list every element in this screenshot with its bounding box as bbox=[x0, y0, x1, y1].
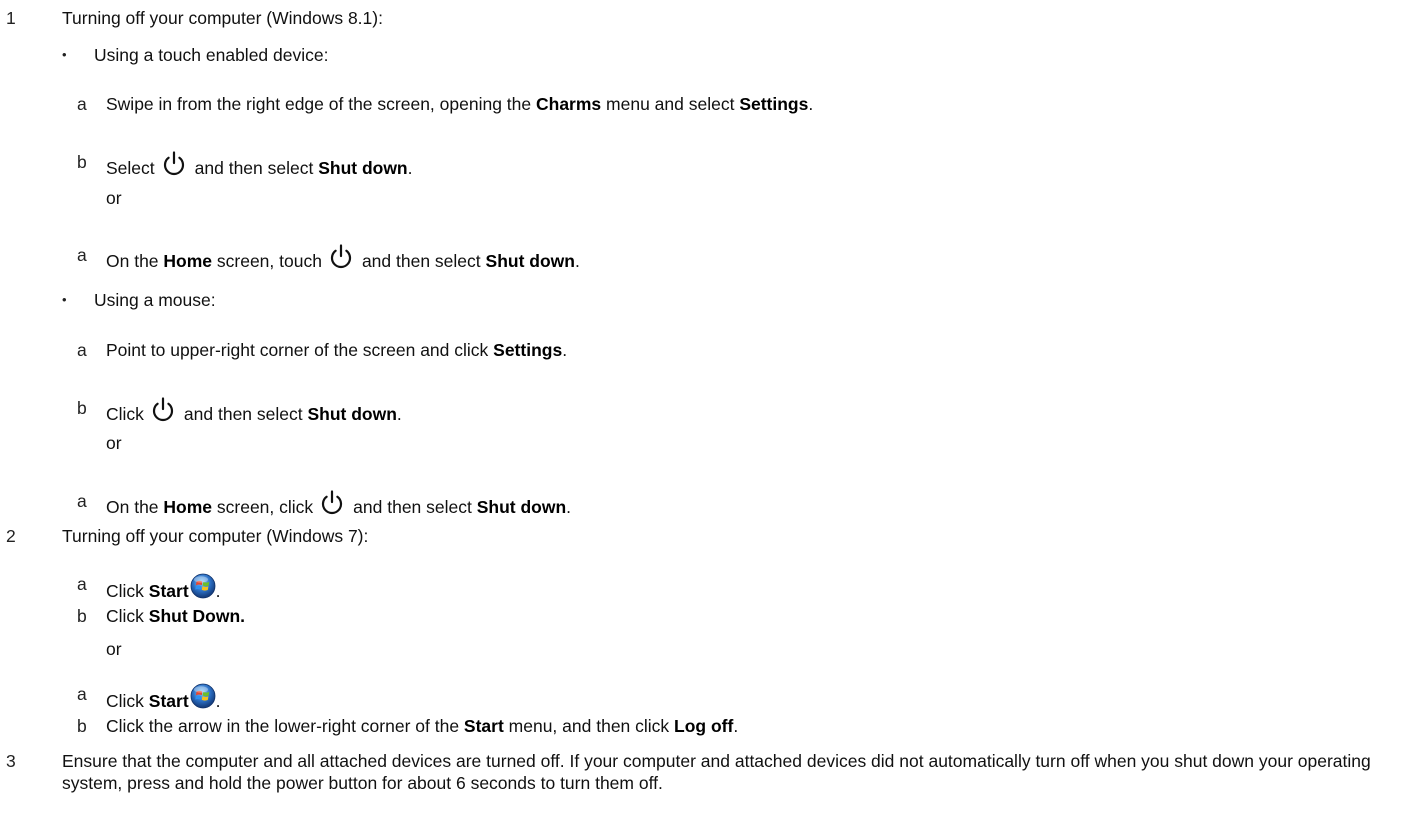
ui-term: Home bbox=[163, 497, 213, 517]
substep-marker: b bbox=[77, 606, 87, 626]
substep-marker: a bbox=[77, 491, 87, 511]
ui-term: Start bbox=[148, 581, 189, 601]
substep-marker: b bbox=[77, 398, 87, 418]
step-text: Turning off your computer (Windows 8.1): bbox=[62, 8, 383, 28]
substep-text: Click Shut Down. bbox=[106, 606, 246, 626]
substep-marker: a bbox=[77, 245, 87, 265]
substep-text: Select and then select Shut down. bbox=[106, 151, 413, 179]
ui-term: Log off bbox=[674, 716, 734, 736]
substep-marker: a bbox=[77, 574, 87, 594]
bullet-marker: • bbox=[62, 292, 67, 307]
ui-term: Shut Down. bbox=[148, 606, 246, 626]
bullet-text: Using a touch enabled device: bbox=[94, 45, 329, 65]
substep-text: Point to upper-right corner of the scree… bbox=[106, 340, 568, 360]
ui-term: Home bbox=[163, 251, 213, 271]
or-text: or bbox=[106, 188, 122, 208]
windows-start-orb-icon bbox=[190, 573, 216, 599]
substep-text: Click and then select Shut down. bbox=[106, 397, 402, 425]
substep-marker: b bbox=[77, 716, 87, 736]
or-text: or bbox=[106, 433, 122, 453]
ui-term: Start bbox=[148, 691, 189, 711]
substep-marker: a bbox=[77, 340, 87, 360]
step-text: Ensure that the computer and all attache… bbox=[62, 751, 1371, 793]
substep-text: On the Home screen, click and then select… bbox=[106, 490, 571, 518]
ui-term: Charms bbox=[536, 94, 602, 114]
substep-text: Click the arrow in the lower-right corne… bbox=[106, 716, 739, 736]
ui-term: Shut down bbox=[485, 251, 575, 271]
ui-term: Settings bbox=[493, 340, 563, 360]
bullet-marker: • bbox=[62, 47, 67, 62]
power-icon bbox=[319, 490, 345, 516]
power-icon bbox=[328, 244, 354, 270]
ui-term: Start bbox=[463, 716, 504, 736]
substep-marker: a bbox=[77, 684, 87, 704]
power-icon bbox=[161, 151, 187, 177]
substep-marker: a bbox=[77, 94, 87, 114]
ui-term: Shut down bbox=[318, 158, 408, 178]
step-number: 3 bbox=[6, 751, 16, 771]
windows-start-orb-icon bbox=[190, 683, 216, 709]
ui-term: Settings bbox=[739, 94, 809, 114]
bullet-text: Using a mouse: bbox=[94, 290, 216, 310]
substep-text: Click Start. bbox=[106, 683, 221, 712]
ui-term: Shut down bbox=[307, 404, 397, 424]
or-text: or bbox=[106, 639, 122, 659]
ui-term: Shut down bbox=[476, 497, 567, 517]
step-text: Turning off your computer (Windows 7): bbox=[62, 526, 369, 546]
power-icon bbox=[150, 397, 176, 423]
step-number: 1 bbox=[6, 8, 16, 28]
substep-text: Click Start. bbox=[106, 573, 221, 602]
substep-text: On the Home screen, touch and then select… bbox=[106, 244, 580, 272]
substep-text: Swipe in from the right edge of the scre… bbox=[106, 94, 814, 114]
substep-marker: b bbox=[77, 152, 87, 172]
step-number: 2 bbox=[6, 526, 16, 546]
